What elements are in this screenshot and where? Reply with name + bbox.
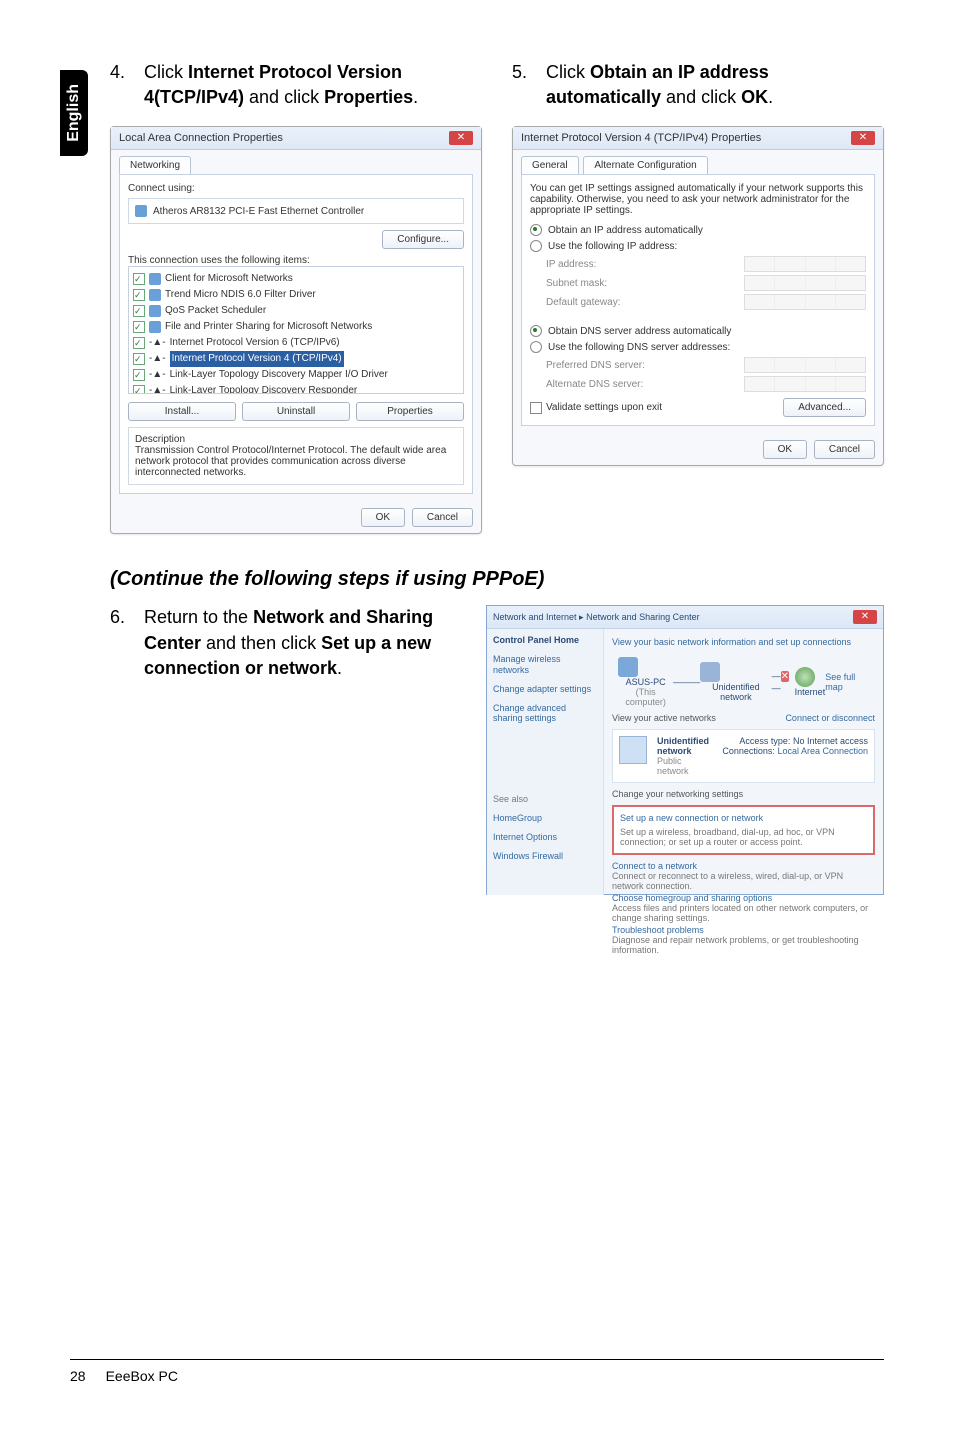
radio-use-dns[interactable] <box>530 341 542 353</box>
step-4: 4. Click Internet Protocol Version 4(TCP… <box>110 60 482 110</box>
step-number: 6. <box>110 605 144 681</box>
sidebar-item[interactable]: Internet Options <box>493 832 597 843</box>
tab-general[interactable]: General <box>521 156 579 174</box>
lac-properties-dialog: Local Area Connection Properties ✕ Netwo… <box>110 126 482 534</box>
network-sharing-window: Network and Internet ▸ Network and Shari… <box>486 605 884 895</box>
step-number: 4. <box>110 60 144 110</box>
share-icon <box>149 321 161 333</box>
connect-using-label: Connect using: <box>128 183 464 194</box>
sidebar-item[interactable]: Change advanced sharing settings <box>493 703 597 725</box>
sidebar-item[interactable]: HomeGroup <box>493 813 597 824</box>
step-5: 5. Click Obtain an IP address automatica… <box>512 60 884 110</box>
radio-use-ip[interactable] <box>530 240 542 252</box>
connect-network-option[interactable]: Connect to a network Connect or reconnec… <box>612 861 875 891</box>
language-tab: English <box>60 70 88 156</box>
uses-label: This connection uses the following items… <box>128 255 464 266</box>
main-lead: View your basic network information and … <box>612 637 875 647</box>
network-icon <box>700 662 720 682</box>
lac-link[interactable]: Local Area Connection <box>777 746 868 756</box>
install-button[interactable]: Install... <box>128 402 236 421</box>
properties-button[interactable]: Properties <box>356 402 464 421</box>
ok-button[interactable]: OK <box>361 508 405 527</box>
gateway-field <box>744 294 866 310</box>
sidebar-item[interactable]: Manage wireless networks <box>493 654 597 676</box>
subnet-mask-field <box>744 275 866 291</box>
page-number: 28 <box>70 1368 86 1384</box>
radio-obtain-ip[interactable] <box>530 224 542 236</box>
network-status-icon <box>619 736 647 764</box>
sidebar-item[interactable]: Change adapter settings <box>493 684 597 695</box>
change-settings-label: Change your networking settings <box>612 789 875 799</box>
dialog-title: Internet Protocol Version 4 (TCP/IPv4) P… <box>521 132 761 144</box>
globe-icon <box>795 667 815 687</box>
alt-dns-field <box>744 376 866 392</box>
sidebar-item[interactable]: Windows Firewall <box>493 851 597 862</box>
product-name: EeeBox PC <box>106 1368 178 1384</box>
pc-icon <box>618 657 638 677</box>
uninstall-button[interactable]: Uninstall <box>242 402 350 421</box>
connect-disconnect-link[interactable]: Connect or disconnect <box>785 713 875 723</box>
setup-new-connection-option[interactable]: Set up a new connection or network Set u… <box>612 805 875 855</box>
cancel-button[interactable]: Cancel <box>814 440 875 459</box>
driver-icon <box>149 289 161 301</box>
adapter-icon <box>135 205 147 217</box>
full-map-link[interactable]: See full map <box>825 672 869 692</box>
close-icon[interactable]: ✕ <box>851 131 875 145</box>
close-icon[interactable]: ✕ <box>853 610 877 624</box>
ipv4-properties-dialog: Internet Protocol Version 4 (TCP/IPv4) P… <box>512 126 884 466</box>
dialog-title: Local Area Connection Properties <box>119 132 283 144</box>
client-icon <box>149 273 161 285</box>
breadcrumb[interactable]: Network and Internet ▸ Network and Shari… <box>493 612 700 623</box>
ip-address-field <box>744 256 866 272</box>
tab-networking[interactable]: Networking <box>119 156 191 174</box>
tab-alternate[interactable]: Alternate Configuration <box>583 156 707 174</box>
see-also-label: See also <box>493 794 597 805</box>
homegroup-option[interactable]: Choose homegroup and sharing options Acc… <box>612 893 875 923</box>
items-listbox[interactable]: Client for Microsoft Networks Trend Micr… <box>128 266 464 394</box>
qos-icon <box>149 305 161 317</box>
side-heading: Control Panel Home <box>493 635 597 646</box>
cancel-button[interactable]: Cancel <box>412 508 473 527</box>
troubleshoot-option[interactable]: Troubleshoot problems Diagnose and repai… <box>612 925 875 955</box>
advanced-button[interactable]: Advanced... <box>783 398 866 417</box>
no-connection-icon: ✕ <box>781 671 789 682</box>
step-text: Click Obtain an IP address automatically… <box>546 60 884 110</box>
section-heading: (Continue the following steps if using P… <box>110 568 884 591</box>
close-icon[interactable]: ✕ <box>449 131 473 145</box>
ipv4-explain: You can get IP settings assigned automat… <box>530 183 866 216</box>
validate-checkbox[interactable] <box>530 402 542 414</box>
pref-dns-field <box>744 357 866 373</box>
step-text: Return to the Network and Sharing Center… <box>144 605 456 681</box>
adapter-name: Atheros AR8132 PCI-E Fast Ethernet Contr… <box>153 206 364 217</box>
description-label: Description <box>135 434 457 445</box>
step-6: 6. Return to the Network and Sharing Cen… <box>110 605 456 681</box>
ok-button[interactable]: OK <box>763 440 807 459</box>
step-text: Click Internet Protocol Version 4(TCP/IP… <box>144 60 482 110</box>
ipv4-item-selected[interactable]: Internet Protocol Version 4 (TCP/IPv4) <box>170 351 344 367</box>
configure-button[interactable]: Configure... <box>382 230 464 249</box>
description-text: Transmission Control Protocol/Internet P… <box>135 445 457 478</box>
step-number: 5. <box>512 60 546 110</box>
page-footer: 28 EeeBox PC <box>70 1359 884 1384</box>
radio-obtain-dns[interactable] <box>530 325 542 337</box>
